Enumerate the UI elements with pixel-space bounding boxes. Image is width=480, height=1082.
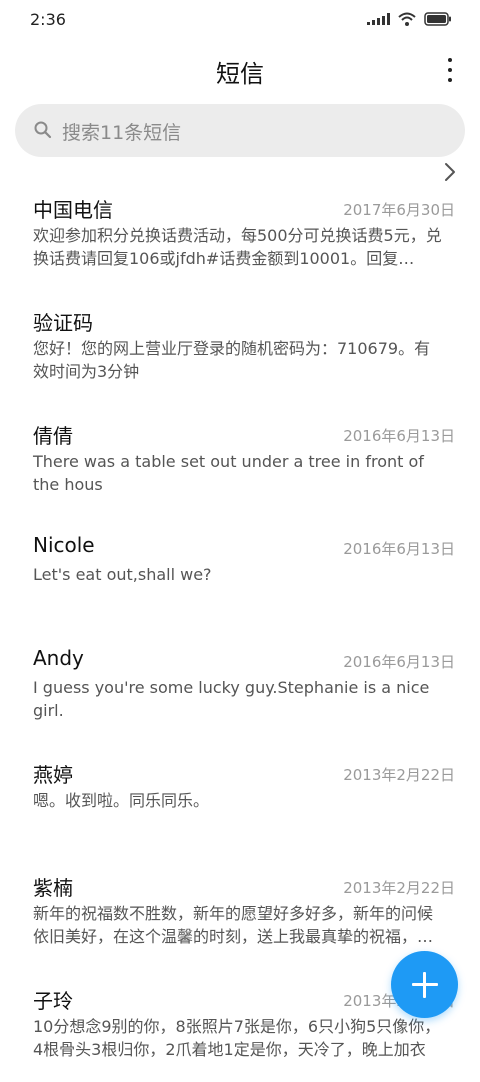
- message-sender: Nicole: [33, 533, 95, 557]
- message-date: 2013年2月22日: [343, 766, 455, 784]
- list-item[interactable]: 中国电信 2017年6月30日 欢迎参加积分兑换话费活动，每500分可兑换话费5…: [0, 178, 480, 291]
- message-preview: There was a table set out under a tree i…: [33, 452, 424, 494]
- list-item[interactable]: 紫楠 2013年2月22日 新年的祝福数不胜数，新年的愿望好多好多，新年的问候依…: [0, 856, 480, 969]
- search-input[interactable]: 搜索11条短信: [15, 104, 465, 157]
- list-item[interactable]: 倩倩 2016年6月13日 There was a table set out …: [0, 404, 480, 517]
- page-title: 短信: [216, 60, 264, 88]
- list-item[interactable]: 验证码 您好！您的网上营业厅登录的随机密码为：710679。有效时间为3分钟: [0, 291, 480, 404]
- message-preview: 您好！您的网上营业厅登录的随机密码为：710679。有效时间为3分钟: [33, 339, 431, 381]
- message-sender: 验证码: [33, 311, 93, 335]
- message-preview: Let's eat out,shall we?: [33, 565, 212, 584]
- message-preview: 欢迎参加积分兑换话费活动，每500分可兑换话费5元，兑换话费请回复106或jfd…: [33, 226, 442, 268]
- message-sender: Andy: [33, 646, 84, 670]
- chevron-right-icon[interactable]: [444, 162, 456, 182]
- message-list: 中国电信 2017年6月30日 欢迎参加积分兑换话费活动，每500分可兑换话费5…: [0, 178, 480, 1082]
- message-date: 2013年2月22日: [343, 879, 455, 897]
- list-item[interactable]: Andy 2016年6月13日 I guess you're some luck…: [0, 630, 480, 743]
- search-icon: [34, 121, 52, 139]
- message-date: 2016年6月13日: [343, 540, 455, 558]
- message-date: 2016年6月13日: [343, 653, 455, 671]
- compose-button[interactable]: [391, 951, 458, 1018]
- more-options-button[interactable]: [444, 58, 456, 82]
- status-time: 2:36: [30, 10, 66, 29]
- search-placeholder: 搜索11条短信: [62, 122, 182, 144]
- message-sender: 燕婷: [33, 763, 73, 787]
- message-preview: 10分想念9别的你，8张照片7张是你，6只小狗5只像你，4根骨头3根归你，2爪着…: [33, 1017, 441, 1059]
- battery-icon: [424, 12, 451, 26]
- wifi-icon: [398, 12, 416, 26]
- message-preview: 新年的祝福数不胜数，新年的愿望好多好多，新年的问候依旧美好，在这个温馨的时刻，送…: [33, 904, 434, 946]
- status-bar: 2:36: [0, 0, 480, 40]
- list-item[interactable]: 燕婷 2013年2月22日 嗯。收到啦。同乐同乐。: [0, 743, 480, 856]
- more-vertical-icon: [448, 58, 452, 62]
- message-sender: 子玲: [33, 989, 73, 1013]
- signal-icon: [367, 13, 390, 25]
- message-sender: 紫楠: [33, 876, 73, 900]
- message-preview: 嗯。收到啦。同乐同乐。: [33, 791, 210, 810]
- message-date: 2017年6月30日: [343, 201, 455, 219]
- message-sender: 中国电信: [33, 198, 113, 222]
- app-header: 短信: [0, 40, 480, 100]
- list-item[interactable]: Nicole 2016年6月13日 Let's eat out,shall we…: [0, 517, 480, 630]
- message-sender: 倩倩: [33, 424, 73, 448]
- message-preview: I guess you're some lucky guy.Stephanie …: [33, 678, 430, 720]
- message-date: 2016年6月13日: [343, 427, 455, 445]
- status-icons: [367, 12, 452, 26]
